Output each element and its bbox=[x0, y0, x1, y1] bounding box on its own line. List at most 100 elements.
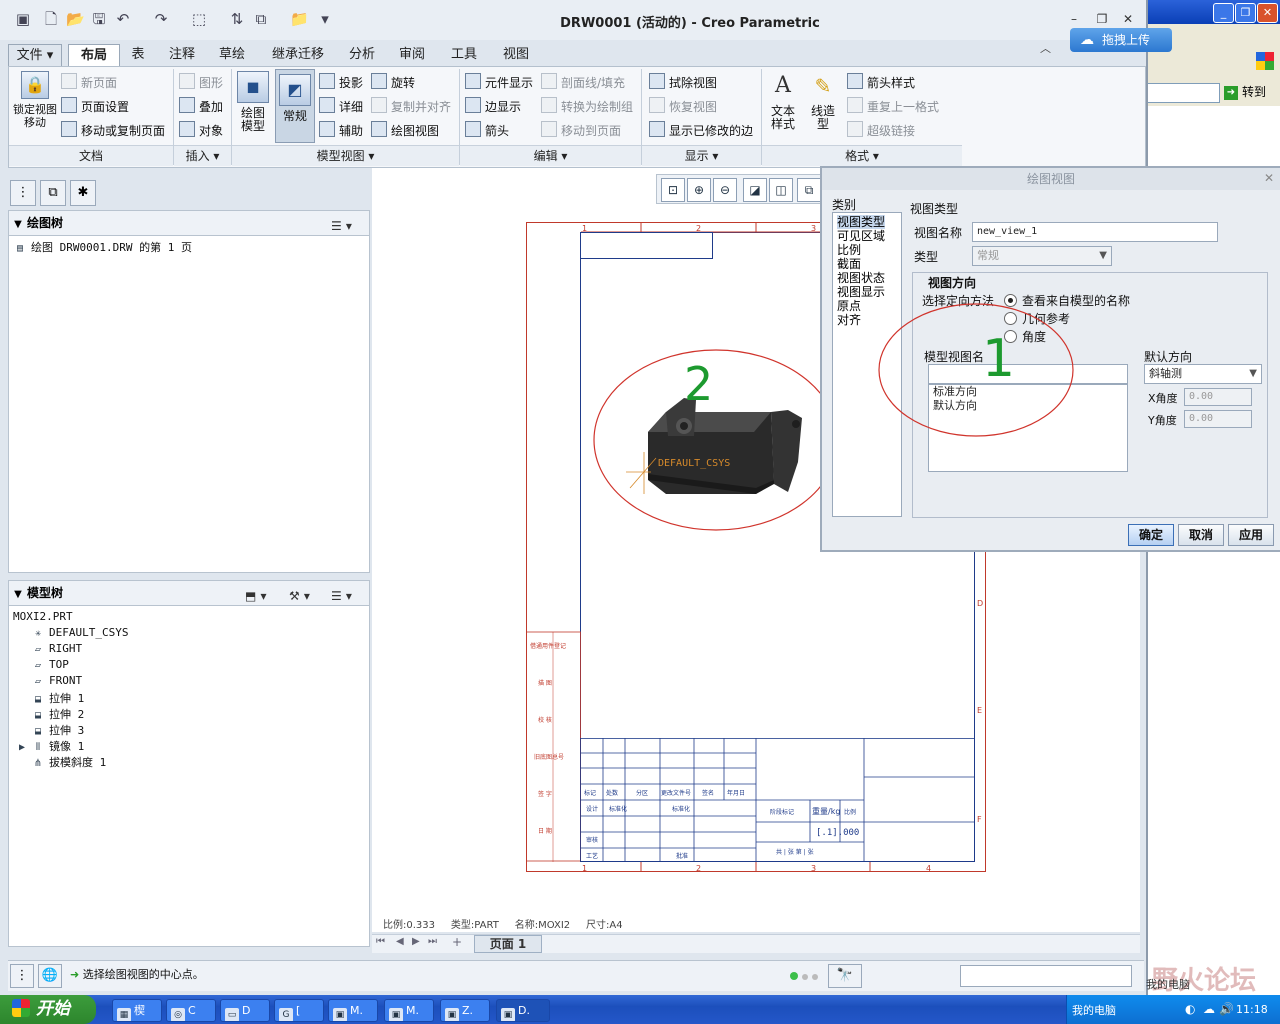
taskbar-button[interactable]: ▭ D bbox=[220, 999, 270, 1022]
tray-icon[interactable]: ◐ bbox=[1185, 1002, 1195, 1016]
new-page-button[interactable]: 新页面 bbox=[61, 73, 117, 91]
model-tree-item[interactable]: ▱ FRONT bbox=[31, 674, 82, 688]
refit-icon[interactable]: ⊡ bbox=[661, 178, 685, 202]
arrow-button[interactable]: 箭头 bbox=[465, 121, 509, 139]
group-format[interactable]: 格式 ▾ bbox=[762, 145, 962, 166]
model-tree-item[interactable]: ⋔ 拔模斜度 1 bbox=[31, 754, 106, 770]
overlay-button[interactable]: 叠加 bbox=[179, 97, 223, 115]
tab-analysis[interactable]: 分析 bbox=[340, 44, 384, 65]
copy-align-button[interactable]: 复制并对齐 bbox=[371, 97, 451, 115]
lock-view-button[interactable]: 🔒 锁定视图移动 bbox=[13, 71, 57, 129]
browser-toggle-icon[interactable]: 🌐 bbox=[38, 964, 62, 988]
group-edit[interactable]: 编辑 ▾ bbox=[460, 145, 641, 166]
ok-button[interactable]: 确定 bbox=[1128, 524, 1174, 546]
tree-tab-icon[interactable]: ⋮ bbox=[10, 180, 36, 206]
first-page-icon[interactable]: ⏮ bbox=[376, 936, 385, 947]
convert-group-button[interactable]: 转换为绘制组 bbox=[541, 97, 633, 115]
section-fill-button[interactable]: 剖面线/填充 bbox=[541, 73, 625, 91]
shape-button[interactable]: 图形 bbox=[179, 73, 223, 91]
display-style-icon[interactable]: ◫ bbox=[769, 178, 793, 202]
start-button[interactable]: 开始 bbox=[0, 995, 96, 1024]
select-box-icon[interactable]: ⬚ bbox=[190, 10, 208, 28]
category-item[interactable]: 视图显示 bbox=[837, 285, 885, 299]
navigator-toggle-icon[interactable]: ⋮ bbox=[10, 964, 34, 988]
edge-display-button[interactable]: 边显示 bbox=[465, 97, 521, 115]
move-copy-page-button[interactable]: 移动或复制页面 bbox=[61, 121, 165, 139]
category-item[interactable]: 视图类型 bbox=[837, 215, 886, 229]
tab-file[interactable]: 文件 ▾ bbox=[8, 44, 62, 67]
y-angle-field[interactable]: 0.00 bbox=[1184, 410, 1252, 428]
text-style-button[interactable]: A 文本样式 bbox=[765, 71, 801, 131]
windows-icon[interactable]: ⧉ bbox=[252, 10, 270, 28]
model-tree-item[interactable]: ⬓ 拉伸 3 bbox=[31, 722, 84, 738]
category-item[interactable]: 截面 bbox=[837, 257, 861, 271]
tab-sketch[interactable]: 草绘 bbox=[210, 44, 254, 65]
model-display-icon[interactable]: ⬒ ▾ bbox=[245, 584, 267, 603]
tab-annotate[interactable]: 注释 bbox=[160, 44, 204, 65]
page-setup-button[interactable]: 页面设置 bbox=[61, 97, 129, 115]
repaint-icon[interactable]: ◪ bbox=[743, 178, 767, 202]
redo-icon[interactable]: ↷ bbox=[152, 10, 170, 28]
taskbar-button[interactable]: ▣ M. bbox=[384, 999, 434, 1022]
cancel-button[interactable]: 取消 bbox=[1178, 524, 1224, 546]
group-insert[interactable]: 插入 ▾ bbox=[174, 145, 231, 166]
more-tools-icon[interactable]: ⧉ bbox=[797, 178, 821, 202]
layers-tab-icon[interactable]: ⧉ bbox=[40, 180, 66, 206]
next-page-icon[interactable]: ▶ bbox=[412, 936, 420, 947]
group-model-view[interactable]: 模型视图 ▾ bbox=[232, 145, 459, 166]
tree-settings-icon[interactable]: ☰ ▾ bbox=[331, 584, 352, 603]
model-tree-item[interactable]: ⬓ 拉伸 2 bbox=[31, 706, 84, 722]
taskbar-button[interactable]: ▣ M. bbox=[328, 999, 378, 1022]
minimize-button[interactable]: _ bbox=[1213, 3, 1234, 23]
default-orientation-dropdown[interactable]: 斜轴测 ▼ bbox=[1144, 364, 1262, 384]
tab-layout[interactable]: 布局 bbox=[68, 44, 120, 66]
category-item[interactable]: 原点 bbox=[837, 299, 861, 313]
category-item[interactable]: 比例 bbox=[837, 243, 861, 257]
model-tree-header[interactable]: ▼ 模型树 ⬒ ▾ ⚒ ▾ ☰ ▾ bbox=[8, 580, 370, 606]
tab-legacy-migration[interactable]: 继承迁移 bbox=[260, 44, 336, 65]
zoom-out-icon[interactable]: ⊖ bbox=[713, 178, 737, 202]
address-dropdown[interactable] bbox=[1144, 83, 1220, 103]
tree-settings-icon[interactable]: ☰ ▾ bbox=[331, 214, 352, 233]
save-icon[interactable]: 🖫 bbox=[90, 10, 108, 28]
model-tree-item[interactable]: ⬓ 拉伸 1 bbox=[31, 690, 84, 706]
add-page-icon[interactable]: + bbox=[452, 935, 462, 949]
taskbar-button[interactable]: ◎ C bbox=[166, 999, 216, 1022]
drawing-view-button[interactable]: 绘图视图 bbox=[371, 121, 439, 139]
page-tab[interactable]: 页面 1 bbox=[474, 935, 542, 953]
arrow-style-button[interactable]: 箭头样式 bbox=[847, 73, 915, 91]
line-style-button[interactable]: ✎ 线造型 bbox=[805, 71, 841, 131]
drawing-tree-item[interactable]: ▤ 绘图 DRW0001.DRW 的第 1 页 bbox=[13, 239, 192, 255]
minimize-button[interactable]: – bbox=[1066, 12, 1082, 26]
model-tree-item[interactable]: ▶ ⫴ 镜像 1 bbox=[17, 738, 84, 754]
restore-button[interactable]: ❐ bbox=[1094, 12, 1110, 26]
tray-icon[interactable]: ☁ bbox=[1203, 1002, 1215, 1016]
x-angle-field[interactable]: 0.00 bbox=[1184, 388, 1252, 406]
drawing-model-button[interactable]: ◼ 绘图模型 bbox=[235, 71, 271, 133]
type-dropdown[interactable]: 常规 ▼ bbox=[972, 246, 1112, 266]
taskbar-button[interactable]: G[ bbox=[274, 999, 324, 1022]
new-file-icon[interactable]: 🗋 bbox=[42, 10, 60, 28]
taskbar-button[interactable]: ▦ 楔 bbox=[112, 999, 162, 1022]
last-page-icon[interactable]: ⏭ bbox=[428, 936, 437, 947]
drawing-tree-header[interactable]: ▼ 绘图树 ☰ ▾ bbox=[8, 210, 370, 236]
find-icon[interactable]: 🔭 bbox=[828, 964, 862, 988]
close-button[interactable]: ✕ bbox=[1120, 12, 1136, 26]
model-tree-root[interactable]: MOXI2.PRT bbox=[13, 610, 73, 623]
open-file-icon[interactable]: 📂 bbox=[66, 10, 85, 28]
volume-icon[interactable]: 🔊 bbox=[1219, 1002, 1234, 1016]
revolve-button[interactable]: 旋转 bbox=[371, 73, 415, 91]
detail-button[interactable]: 详细 bbox=[319, 97, 363, 115]
model-tree-item[interactable]: ✳ DEFAULT_CSYS bbox=[31, 626, 129, 640]
close-window-icon[interactable]: 📁 bbox=[290, 10, 309, 28]
customize-dropdown-icon[interactable]: ▾ bbox=[316, 10, 334, 28]
general-view-button[interactable]: ◩ 常规 bbox=[275, 69, 315, 143]
resume-view-button[interactable]: 恢复视图 bbox=[649, 97, 717, 115]
category-item[interactable]: 对齐 bbox=[837, 313, 861, 327]
move-to-page-button[interactable]: 移动到页面 bbox=[541, 121, 621, 139]
zoom-in-icon[interactable]: ⊕ bbox=[687, 178, 711, 202]
projection-button[interactable]: 投影 bbox=[319, 73, 363, 91]
show-modified-edges-button[interactable]: 显示已修改的边 bbox=[649, 121, 753, 139]
part-model[interactable] bbox=[648, 398, 802, 494]
taskbar-button-active[interactable]: ▣ D. bbox=[496, 999, 550, 1022]
